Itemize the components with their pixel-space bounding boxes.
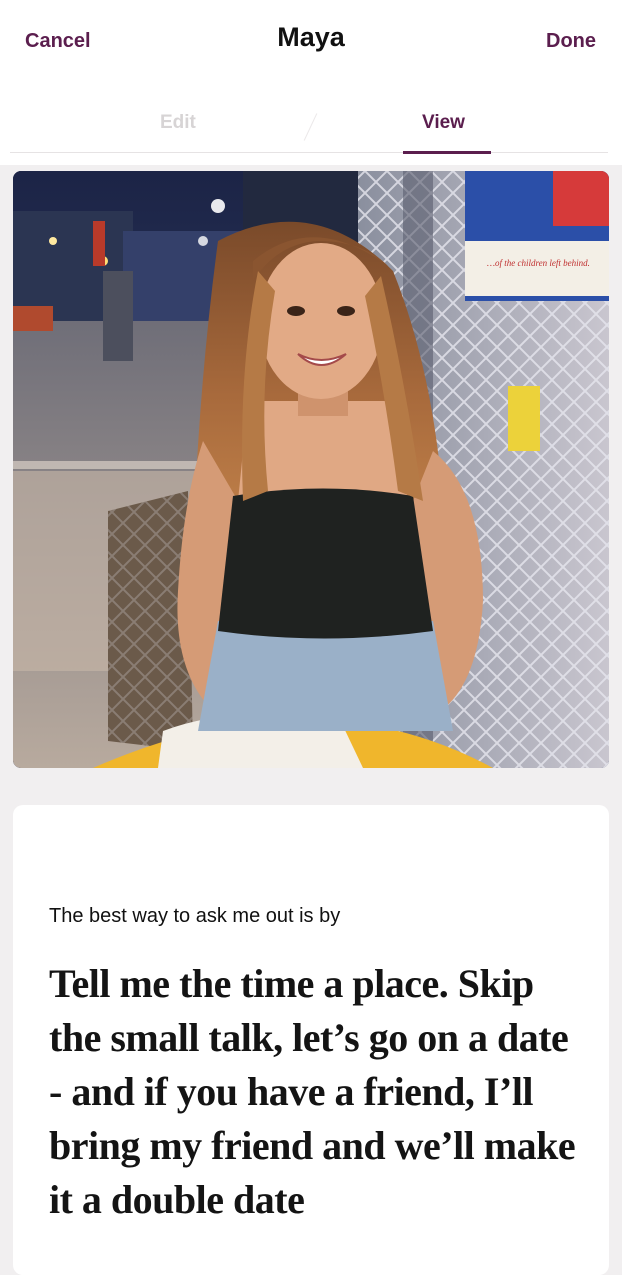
profile-photo-illustration: …of the children left behind. bbox=[13, 171, 609, 768]
prompt-question: The best way to ask me out is by bbox=[49, 905, 341, 927]
header-bar: Cancel Maya Done bbox=[0, 0, 622, 80]
prompt-card[interactable]: The best way to ask me out is by Tell me… bbox=[13, 805, 609, 1275]
tab-edit[interactable]: Edit bbox=[160, 112, 196, 134]
page-title: Maya bbox=[277, 22, 345, 52]
active-tab-indicator bbox=[403, 151, 491, 154]
tab-divider bbox=[303, 113, 318, 141]
tab-view[interactable]: View bbox=[422, 112, 465, 134]
done-button[interactable]: Done bbox=[546, 30, 596, 53]
mural-text: …of the children left behind. bbox=[487, 258, 590, 268]
top-area: Cancel Maya Done Edit View bbox=[0, 0, 622, 165]
profile-photo[interactable]: …of the children left behind. bbox=[13, 171, 609, 768]
prompt-answer: Tell me the time a place. Skip the small… bbox=[49, 961, 576, 1222]
tab-bar: Edit View bbox=[10, 100, 608, 154]
